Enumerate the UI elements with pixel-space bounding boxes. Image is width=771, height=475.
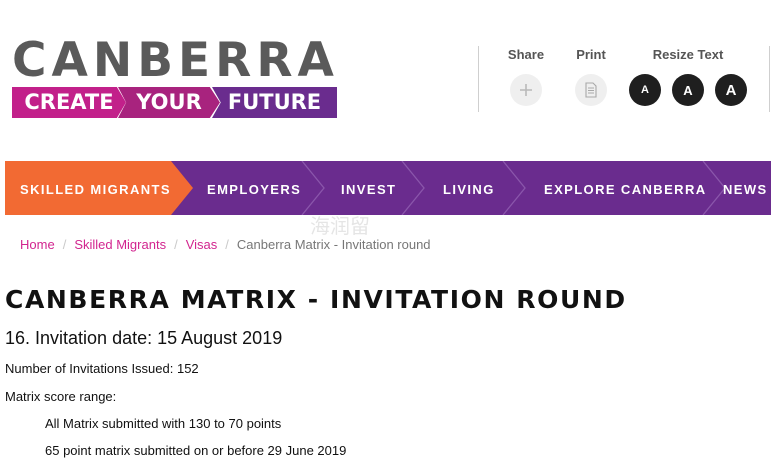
- breadcrumb-separator: /: [62, 237, 67, 252]
- nav-item-skilled-migrants[interactable]: SKILLED MIGRANTS: [20, 161, 171, 215]
- share-button[interactable]: [510, 74, 542, 106]
- logo-tagline-your: YOUR: [118, 87, 220, 118]
- nav-item-news[interactable]: NEWS: [723, 161, 768, 215]
- nav-item-invest[interactable]: INVEST: [341, 161, 396, 215]
- invitations-issued-text: Number of Invitations Issued: 152: [5, 361, 199, 376]
- breadcrumb-current: Canberra Matrix - Invitation round: [236, 237, 431, 252]
- logo-tagline-future: FUTURE: [212, 87, 337, 118]
- invitation-date-heading: 16. Invitation date: 15 August 2019: [5, 328, 283, 348]
- score-range-item: 65 point matrix submitted on or before 2…: [45, 443, 347, 458]
- logo-tagline-create: CREATE: [12, 87, 126, 118]
- breadcrumb-separator: /: [225, 237, 229, 252]
- plus-icon: [520, 84, 532, 96]
- breadcrumb-visas-link[interactable]: Visas: [186, 237, 218, 252]
- main-nav: SKILLED MIGRANTS EMPLOYERS INVEST LIVING…: [5, 161, 771, 215]
- tools-divider-left: [478, 46, 479, 112]
- nav-item-employers[interactable]: EMPLOYERS: [207, 161, 301, 215]
- nav-item-living[interactable]: LIVING: [443, 161, 495, 215]
- logo-tagline: CREATE YOUR FUTURE: [12, 87, 337, 118]
- resize-text-label: Resize Text: [652, 47, 724, 62]
- breadcrumb-separator: /: [174, 237, 178, 252]
- breadcrumb-home-link[interactable]: Home: [20, 237, 55, 252]
- text-size-medium-button[interactable]: A: [672, 74, 704, 106]
- text-size-large-button[interactable]: A: [715, 74, 747, 106]
- share-label: Share: [507, 47, 545, 62]
- print-label: Print: [576, 47, 606, 62]
- canberra-logo[interactable]: CANBERRA CREATE YOUR FUTURE: [12, 36, 337, 122]
- tools-divider-right: [769, 46, 770, 112]
- nav-item-explore-canberra[interactable]: EXPLORE CANBERRA: [544, 161, 707, 215]
- logo-wordmark: CANBERRA: [12, 33, 339, 88]
- breadcrumb-skilled-migrants-link[interactable]: Skilled Migrants: [74, 237, 166, 252]
- nav-separator-chevron: [401, 161, 425, 215]
- breadcrumb: Home / Skilled Migrants / Visas / Canberra Mat…: [20, 237, 431, 252]
- page-title: CANBERRA MATRIX - INVITATION ROUND: [5, 285, 627, 314]
- nav-separator-chevron: [301, 161, 325, 215]
- nav-separator-chevron: [502, 161, 526, 215]
- score-range-label: Matrix score range:: [5, 389, 117, 404]
- score-range-item: All Matrix submitted with 130 to 70 poin…: [45, 416, 282, 431]
- print-button[interactable]: [575, 74, 607, 106]
- text-size-small-button[interactable]: A: [629, 74, 661, 106]
- document-icon: [585, 82, 597, 98]
